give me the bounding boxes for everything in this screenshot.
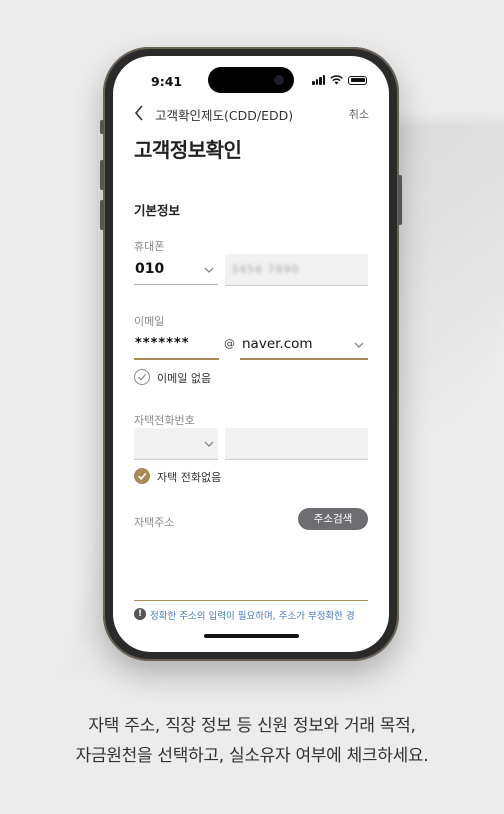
email-label: 이메일 [134,315,165,328]
email-local-value: ******* [135,336,190,351]
page-title: 고객정보확인 [134,138,242,162]
section-title: 기본정보 [134,203,181,218]
notice-text: 정확한 주소의 입력이 필요하며, 주소가 부정확한 경 [150,611,355,622]
chevron-down-icon [204,267,214,273]
caption-line-2: 자금원천을 선택하고, 실소유자 여부에 체크하세요. [75,746,429,766]
notice: ! 정확한 주소의 입력이 필요하며, 주소가 부정확한 경 [134,607,381,623]
phone-label: 휴대폰 [134,240,165,253]
caption-line-1: 자택 주소, 직장 정보 등 신원 정보와 거래 목적, [88,716,416,736]
home-phone-number-input[interactable] [225,428,368,460]
phone-prefix-select[interactable]: 010 [134,256,218,285]
signal-icon [312,75,325,85]
phone-side-button [398,175,402,225]
cancel-button[interactable]: 취소 [349,106,369,122]
phone-side-button [100,200,104,230]
status-icons [312,75,367,85]
phone-side-button [100,160,104,190]
email-local-input[interactable]: ******* [134,332,219,360]
phone-prefix-value: 010 [135,261,165,277]
status-time: 9:41 [151,74,183,89]
nav-bar: 고객확인제도(CDD/EDD) 취소 [133,104,369,124]
phone-number-value: 3456 7890 [231,263,300,276]
phone-side-button [100,120,104,134]
email-domain-value: naver.com [242,336,313,352]
back-chevron-icon[interactable] [133,104,147,122]
home-indicator [204,634,299,638]
home-phone-label: 자택전화번호 [134,414,195,427]
camera-icon [274,75,284,85]
address-input-underline[interactable] [134,600,368,601]
email-at-sign: @ [224,337,235,350]
nav-title: 고객확인제도(CDD/EDD) [155,108,294,123]
address-label: 자택주소 [134,516,175,529]
check-icon [138,373,146,381]
phone-number-input[interactable]: 3456 7890 [225,254,368,286]
phone-screen: 9:41 고객확인제도(CDD/EDD) 취소 고객정보확인 기본정보 휴대폰 … [113,56,389,652]
home-phone-prefix-select[interactable] [134,428,218,460]
check-icon [137,472,147,480]
address-search-button[interactable]: 주소검색 [298,508,368,530]
no-email-label: 이메일 없음 [157,372,212,385]
no-home-phone-checkbox[interactable] [134,468,150,484]
dynamic-island [208,67,294,93]
info-icon: ! [134,608,146,620]
no-home-phone-label: 자택 전화없음 [157,471,222,484]
chevron-down-icon [354,342,364,348]
no-email-checkbox[interactable] [134,369,150,385]
email-domain-select[interactable]: naver.com [240,332,368,360]
chevron-down-icon [204,441,214,447]
wifi-icon [330,75,343,85]
battery-icon [348,75,367,85]
